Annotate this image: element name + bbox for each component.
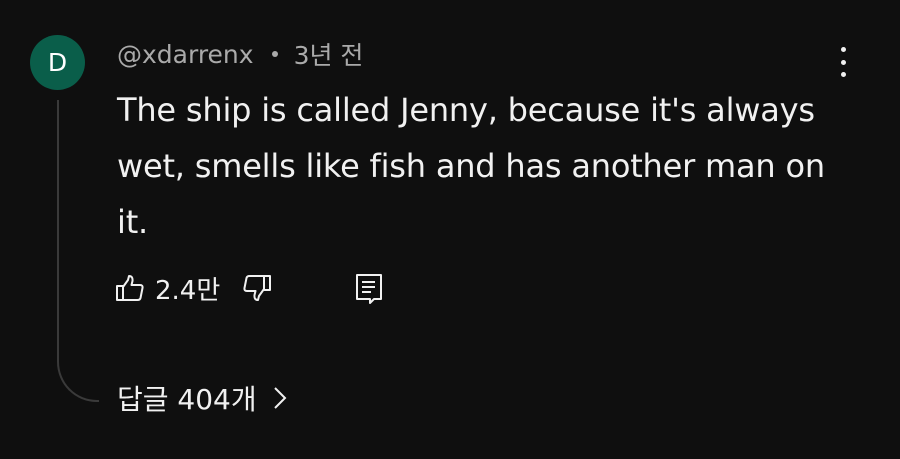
chevron-right-icon	[273, 386, 287, 410]
username[interactable]: @xdarrenx	[117, 40, 254, 69]
reply-comment-icon	[356, 274, 383, 304]
comment-card: D @xdarrenx 3년 전 The ship is called Jenn…	[0, 0, 900, 459]
timestamp[interactable]: 3년 전	[294, 36, 364, 72]
view-replies-button[interactable]: 답글 404개	[117, 378, 287, 418]
thumbs-down-icon	[243, 275, 272, 301]
like-button[interactable]: 2.4만	[115, 270, 242, 307]
more-vertical-icon[interactable]	[830, 44, 856, 80]
avatar-letter: D	[47, 48, 68, 77]
replies-label: 답글 404개	[117, 383, 257, 416]
dislike-button[interactable]	[242, 273, 272, 303]
comment-header: @xdarrenx 3년 전	[117, 36, 363, 72]
like-count: 2.4만	[155, 275, 221, 306]
comment-text: The ship is called Jenny, because it's a…	[117, 91, 825, 241]
separator-dot	[271, 51, 278, 57]
thumbs-up-icon	[116, 275, 144, 301]
comment-actions: 2.4만	[115, 268, 384, 308]
reply-button[interactable]	[354, 272, 384, 304]
thread-line	[57, 100, 99, 402]
avatar[interactable]: D	[30, 35, 85, 90]
